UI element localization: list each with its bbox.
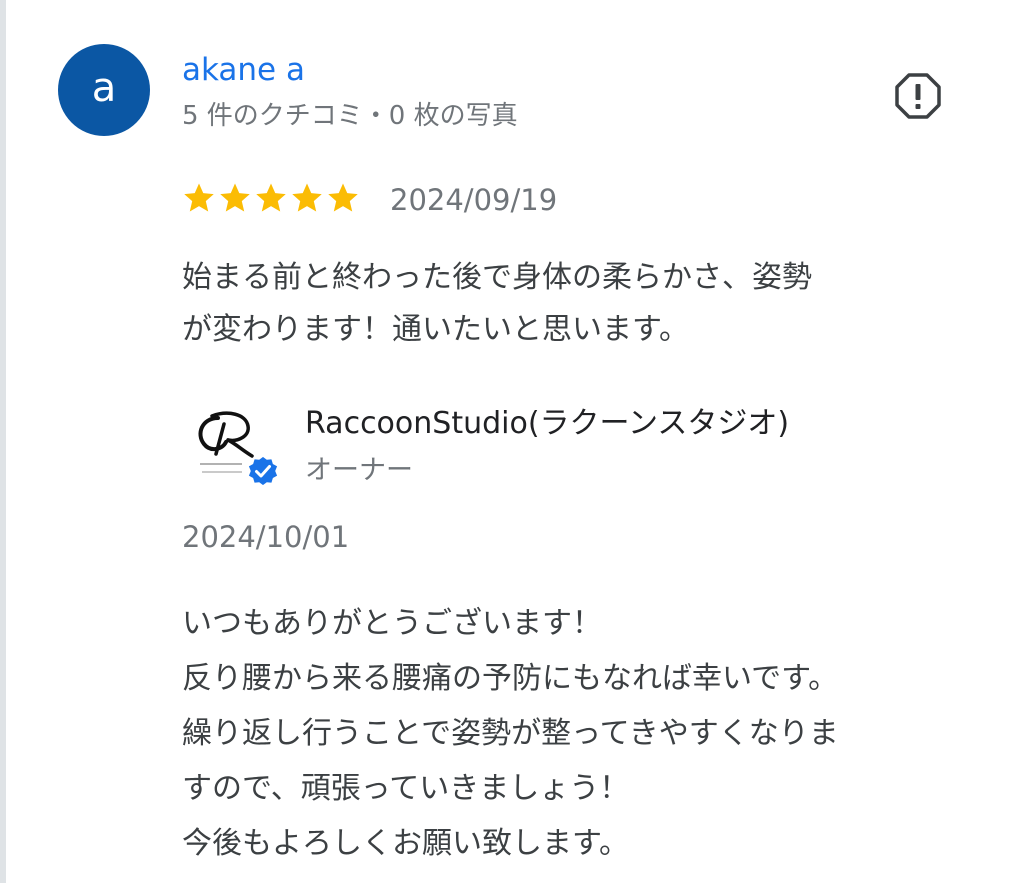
owner-role-label: オーナー: [305, 455, 413, 486]
reviewer-name-link[interactable]: akane a: [182, 48, 305, 92]
reviewer-stats: 5 件のクチコミ・0 枚の写真: [182, 101, 518, 131]
star-icon: [292, 183, 322, 212]
star-icon: [184, 183, 214, 212]
star-icon: [256, 183, 286, 212]
star-rating: [182, 181, 360, 217]
star-icon: [328, 183, 358, 212]
review-date: 2024/09/19: [390, 183, 558, 217]
owner-reply-text: いつもありがとうございます！ 反り腰から来る腰痛の予防にもなれば幸いです。 繰り…: [182, 606, 839, 861]
panel-left-border: [0, 0, 6, 883]
reply-date: 2024/10/01: [182, 520, 350, 554]
report-flag-icon[interactable]: [893, 71, 943, 121]
reviewer-avatar[interactable]: a: [58, 44, 150, 136]
verified-badge-icon: [246, 454, 280, 488]
review-text: 始まる前と終わった後で身体の柔らかさ、姿勢 が変わります！通いたいと思います。: [182, 260, 812, 347]
owner-name: RaccoonStudio(ラクーンスタジオ): [305, 406, 790, 441]
star-icon: [220, 183, 250, 212]
